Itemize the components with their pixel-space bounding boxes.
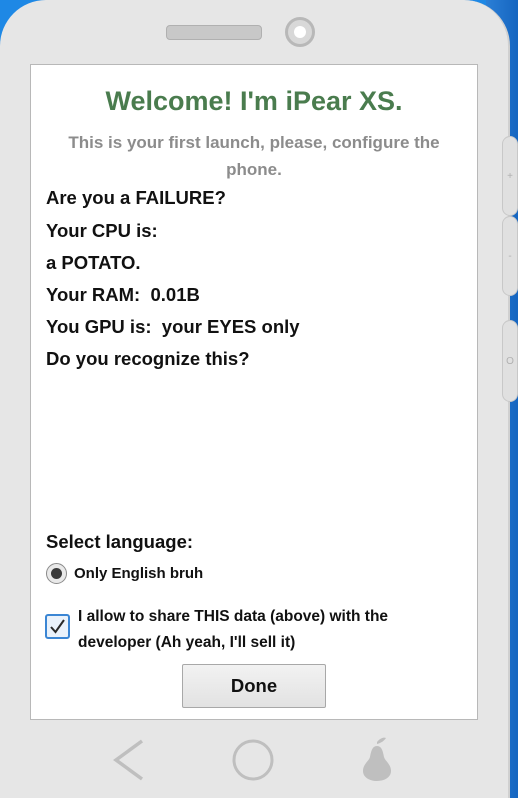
- done-button[interactable]: Done: [182, 664, 326, 708]
- recognize-question: Do you recognize this?: [46, 348, 250, 369]
- language-option-label: Only English bruh: [74, 564, 204, 582]
- consent-checkbox[interactable]: [45, 614, 70, 639]
- phone-screen: Welcome! I'm iPear XS. This is your firs…: [30, 64, 478, 720]
- speaker-grille: [166, 25, 262, 40]
- volume-up-label: +: [507, 170, 513, 182]
- gpu-line: You GPU is: your EYES only: [46, 316, 300, 337]
- pear-logo-icon[interactable]: [360, 736, 394, 782]
- front-camera-icon: [285, 17, 315, 47]
- radio-selected-icon[interactable]: [46, 562, 67, 584]
- home-icon[interactable]: [231, 738, 275, 782]
- cpu-value: a POTATO.: [46, 252, 141, 273]
- volume-down-button[interactable]: -: [502, 216, 518, 296]
- language-label: Select language:: [46, 531, 194, 552]
- power-button[interactable]: O: [502, 320, 518, 402]
- ram-line: Your RAM: 0.01B: [46, 284, 200, 305]
- power-label: O: [506, 355, 514, 367]
- checkmark-icon: [50, 619, 65, 634]
- welcome-title: Welcome! I'm iPear XS.: [105, 86, 403, 116]
- back-icon[interactable]: [110, 738, 146, 782]
- phone-body: Welcome! I'm iPear XS. This is your firs…: [0, 0, 510, 798]
- welcome-subtitle: This is your first launch, please, confi…: [68, 133, 440, 179]
- language-option-english[interactable]: Only English bruh: [46, 562, 203, 584]
- cpu-label: Your CPU is:: [46, 220, 158, 241]
- volume-up-button[interactable]: +: [502, 136, 518, 216]
- failure-question: Are you a FAILURE?: [46, 187, 226, 208]
- volume-down-label: -: [508, 250, 512, 262]
- consent-label: I allow to share THIS data (above) with …: [78, 608, 389, 651]
